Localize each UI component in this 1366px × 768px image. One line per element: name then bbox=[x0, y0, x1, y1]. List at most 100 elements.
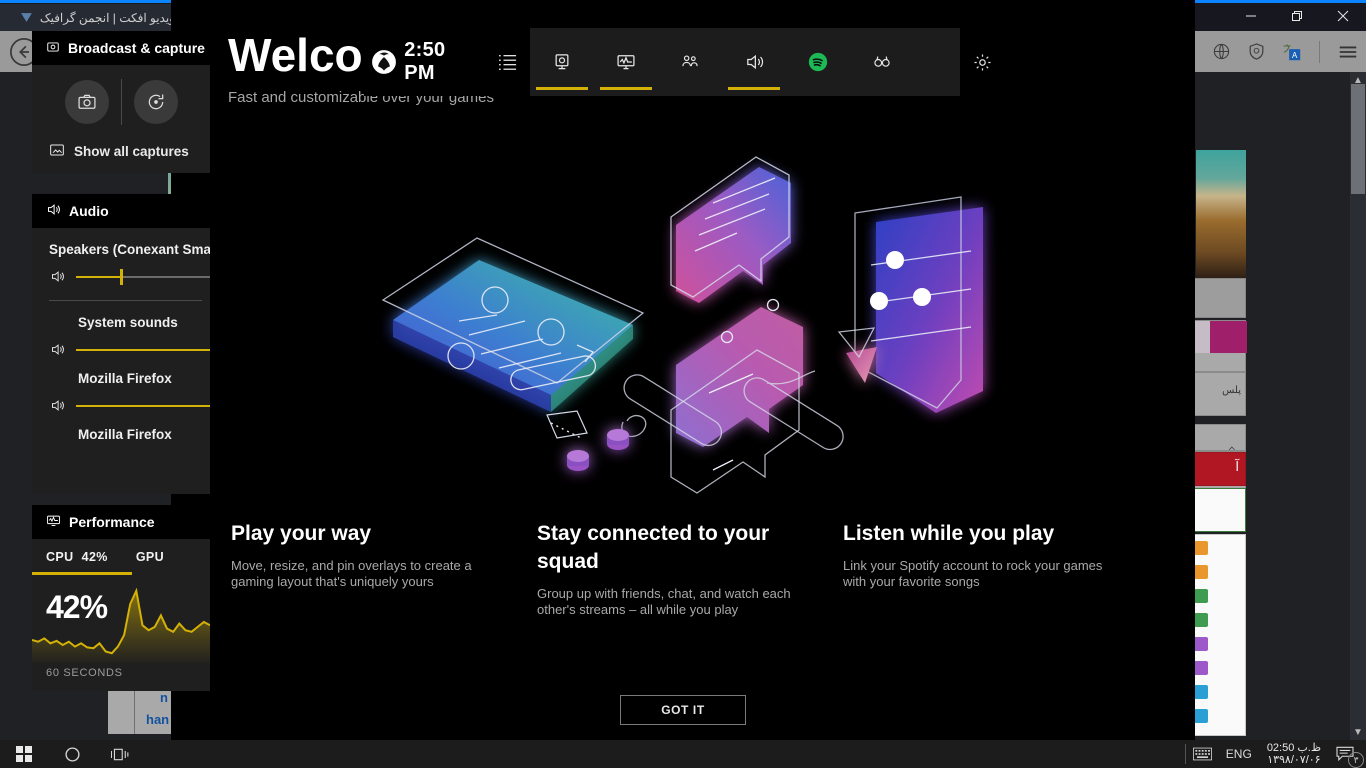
xbox-logo-icon[interactable] bbox=[364, 49, 404, 75]
screen-root: پلس ⌂ آ n han ▲ ▼ bbox=[0, 0, 1366, 768]
toolbar-divider bbox=[1319, 40, 1320, 63]
volume-icon bbox=[49, 398, 66, 413]
shield-icon[interactable] bbox=[1243, 39, 1269, 65]
widget-button-spotify[interactable] bbox=[786, 28, 850, 96]
feature-body: Move, resize, and pin overlays to create… bbox=[231, 558, 472, 589]
capture-divider bbox=[120, 79, 122, 125]
game-bar-widget-bar: 2:50 PM bbox=[364, 28, 1004, 96]
browser-toolbar-icons: A bbox=[1173, 31, 1361, 72]
welcome-illustration bbox=[371, 125, 1001, 505]
widget-button-xbox-social[interactable] bbox=[658, 28, 722, 96]
browser-tab[interactable]: ويديو افكت | انجمن گرافيک bbox=[0, 4, 175, 31]
performance-tabs: CPU 42% GPU bbox=[32, 539, 210, 575]
cpu-usage-chart: 42% bbox=[32, 575, 210, 667]
performance-widget-title: Performance bbox=[69, 514, 155, 530]
close-button[interactable] bbox=[1320, 0, 1366, 31]
tab-cpu[interactable]: CPU 42% bbox=[32, 539, 122, 575]
widget-button-capture[interactable] bbox=[530, 28, 594, 96]
volume-icon bbox=[49, 342, 66, 357]
chart-timespan-label: 60 SECONDS bbox=[46, 667, 123, 679]
broadcast-capture-widget: Broadcast & capture Show all captures bbox=[32, 31, 210, 173]
camera-icon[interactable] bbox=[64, 80, 109, 124]
taskbar-left-buttons bbox=[0, 740, 144, 768]
window-controls bbox=[1228, 0, 1366, 31]
gallery-icon bbox=[49, 142, 65, 161]
task-view-button[interactable] bbox=[96, 740, 144, 768]
translate-icon[interactable]: A bbox=[1278, 39, 1304, 65]
widget-button-looking-for-group[interactable] bbox=[850, 28, 914, 96]
feature-heading: Play your way bbox=[231, 522, 372, 545]
audio-widget-header[interactable]: Audio bbox=[32, 194, 210, 228]
feature-heading: Stay connected to your squad bbox=[537, 522, 770, 573]
speaker-icon bbox=[46, 202, 61, 220]
widget-menu-icon[interactable] bbox=[486, 53, 530, 71]
svg-text:A: A bbox=[1292, 51, 1298, 60]
broadcast-icon bbox=[46, 40, 60, 57]
cortana-button[interactable] bbox=[48, 740, 96, 768]
tab-cpu-value: 42% bbox=[81, 550, 108, 564]
record-last-30s-icon[interactable] bbox=[133, 80, 178, 124]
game-bar-welcome-panel: Welcome to Xbox Game Bar Fast and custom… bbox=[171, 0, 1195, 740]
scroll-down-arrow[interactable]: ▼ bbox=[1350, 724, 1366, 740]
windows-taskbar: ENG 02:50 ظ.ب ۱۳۹۸/۰۷/۰۶ ۳ bbox=[0, 740, 1366, 768]
game-bar-clock: 2:50 PM bbox=[404, 39, 446, 84]
page-scrollbar[interactable]: ▲ ▼ bbox=[1350, 72, 1366, 740]
minimize-button[interactable] bbox=[1228, 0, 1274, 31]
slider-track[interactable] bbox=[76, 348, 210, 351]
feature-body: Link your Spotify account to rock your g… bbox=[843, 558, 1103, 589]
tab-gpu[interactable]: GPU bbox=[122, 539, 178, 575]
show-all-captures-link[interactable]: Show all captures bbox=[32, 142, 210, 161]
feature-body: Group up with friends, chat, and watch e… bbox=[537, 586, 791, 617]
browser-tab-title: ويديو افكت | انجمن گرافيک bbox=[39, 10, 175, 25]
performance-icon bbox=[46, 513, 61, 531]
cpu-current-value: 42% bbox=[46, 589, 108, 625]
audio-app-volume-slider[interactable] bbox=[32, 386, 210, 413]
touch-keyboard-icon[interactable] bbox=[1186, 740, 1219, 768]
language-indicator[interactable]: ENG bbox=[1219, 740, 1259, 768]
tab-gpu-label: GPU bbox=[135, 550, 165, 564]
maximize-button[interactable] bbox=[1274, 0, 1320, 31]
widget-button-audio[interactable] bbox=[722, 28, 786, 96]
widget-button-performance[interactable] bbox=[594, 28, 658, 96]
page-thumbnail-landscape bbox=[1196, 150, 1246, 278]
performance-widget-header[interactable]: Performance bbox=[32, 505, 210, 539]
start-button[interactable] bbox=[0, 740, 48, 768]
got-it-button[interactable]: GOT IT bbox=[620, 695, 746, 725]
broadcast-widget-header[interactable]: Broadcast & capture bbox=[32, 31, 210, 65]
volume-icon bbox=[49, 269, 66, 284]
show-all-captures-label: Show all captures bbox=[74, 144, 189, 159]
slider-track[interactable] bbox=[76, 268, 210, 285]
broadcast-widget-title: Broadcast & capture bbox=[68, 40, 205, 56]
audio-app-name: Mozilla Firefox bbox=[78, 427, 172, 442]
globe-icon[interactable] bbox=[1208, 39, 1234, 65]
clock-time: 02:50 ظ.ب bbox=[1266, 742, 1321, 754]
audio-app-volume-slider[interactable] bbox=[32, 330, 210, 357]
capture-buttons-row bbox=[32, 79, 210, 125]
audio-widget-title: Audio bbox=[69, 203, 109, 219]
taskbar-system-tray: ENG 02:50 ظ.ب ۱۳۹۸/۰۷/۰۶ ۳ bbox=[1184, 740, 1366, 768]
gear-icon[interactable] bbox=[960, 28, 1004, 96]
game-bar-left-group: 2:50 PM bbox=[364, 28, 530, 96]
site-favicon-icon bbox=[19, 11, 34, 24]
game-bar-widget-icons bbox=[530, 28, 960, 96]
feature-item: Stay connected to your squad Group up wi… bbox=[537, 520, 843, 618]
audio-app-name: System sounds bbox=[78, 315, 178, 330]
audio-device-volume-slider[interactable] bbox=[32, 257, 210, 285]
performance-widget: Performance CPU 42% GPU 42% 60 SECONDS bbox=[32, 505, 210, 691]
audio-device-name: Speakers (Conexant SmartAudio HD) bbox=[49, 242, 210, 257]
feature-list: Play your way Move, resize, and pin over… bbox=[231, 520, 1151, 618]
audio-widget: Audio Speakers (Conexant SmartAudio HD) … bbox=[32, 194, 210, 494]
hamburger-menu-icon[interactable] bbox=[1335, 39, 1361, 65]
feature-item: Listen while you play Link your Spotify … bbox=[843, 520, 1149, 618]
slider-track[interactable] bbox=[76, 404, 210, 407]
tab-cpu-label: CPU bbox=[46, 550, 74, 564]
scrollbar-thumb[interactable] bbox=[1351, 84, 1365, 194]
feature-item: Play your way Move, resize, and pin over… bbox=[231, 520, 537, 618]
broadcast-widget-body: Show all captures bbox=[32, 65, 210, 173]
taskbar-clock[interactable]: 02:50 ظ.ب ۱۳۹۸/۰۷/۰۶ bbox=[1259, 740, 1329, 768]
audio-app-name: Mozilla Firefox bbox=[78, 371, 172, 386]
clock-date: ۱۳۹۸/۰۷/۰۶ bbox=[1267, 754, 1321, 766]
notifications-button[interactable]: ۳ bbox=[1329, 740, 1366, 768]
feature-heading: Listen while you play bbox=[843, 522, 1055, 545]
notification-badge: ۳ bbox=[1348, 752, 1364, 768]
